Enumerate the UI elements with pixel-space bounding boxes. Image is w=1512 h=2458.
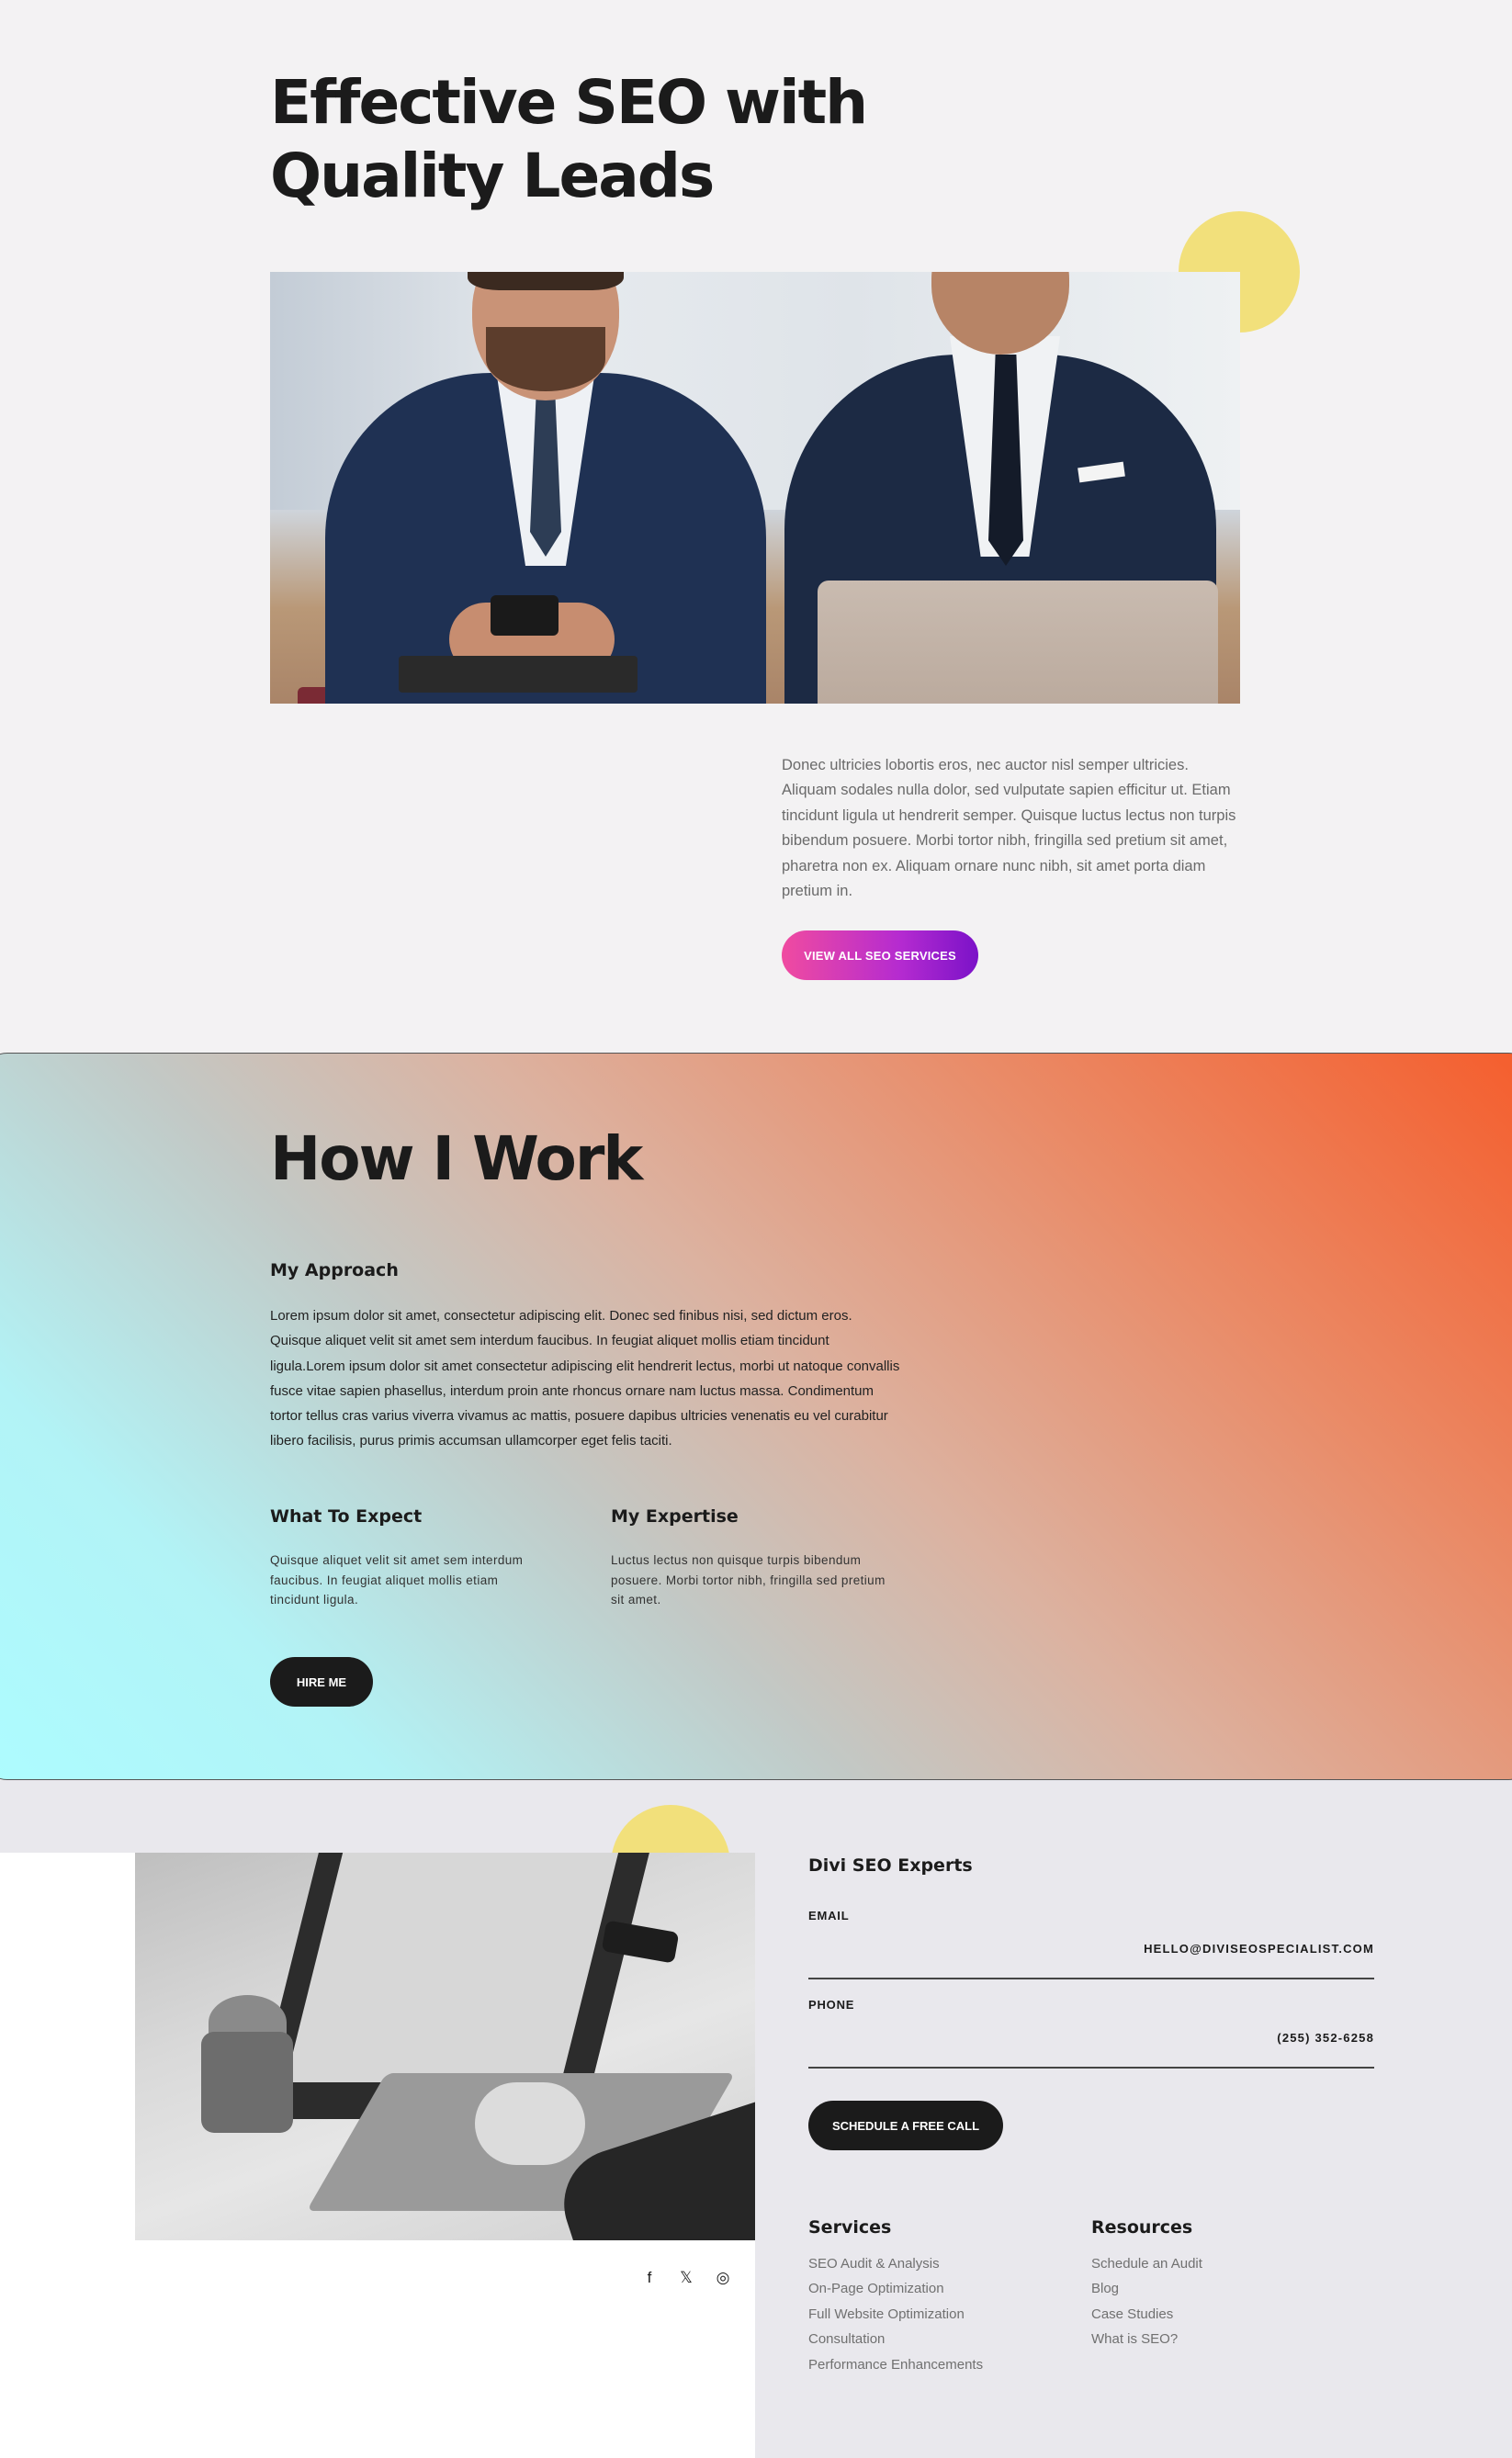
hero-title: Effective SEO with Quality Leads xyxy=(270,66,913,213)
photo-man-left-hair xyxy=(468,272,624,290)
photo-tablet xyxy=(399,656,638,693)
services-link-consultation[interactable]: Consultation xyxy=(808,2327,983,2351)
phone-link[interactable]: (255) 352-6258 xyxy=(1277,2031,1374,2045)
services-list: SEO Audit & Analysis On-Page Optimizatio… xyxy=(808,2251,983,2377)
how-i-work-title: How I Work xyxy=(270,1123,643,1194)
services-link-on-page[interactable]: On-Page Optimization xyxy=(808,2276,983,2301)
photo-laptop xyxy=(818,581,1218,704)
photo-phone xyxy=(491,595,559,636)
photo-laptop-screen xyxy=(285,1853,619,2082)
facebook-icon[interactable]: f xyxy=(641,2269,658,2287)
hero-title-line-1: Effective SEO with xyxy=(270,67,868,138)
my-expertise-heading: My Expertise xyxy=(611,1506,739,1527)
social-links: f 𝕏 ◎ xyxy=(641,2269,731,2287)
contact-title: Divi SEO Experts xyxy=(808,1855,973,1876)
resources-link-what-is-seo[interactable]: What is SEO? xyxy=(1091,2327,1202,2351)
schedule-free-call-button[interactable]: Schedule a Free Call xyxy=(808,2101,1003,2150)
resources-link-blog[interactable]: Blog xyxy=(1091,2276,1202,2301)
photo-plant-pot xyxy=(201,2032,293,2133)
instagram-icon[interactable]: ◎ xyxy=(715,2269,731,2287)
my-expertise-text: Luctus lectus non quisque turpis bibendu… xyxy=(611,1553,886,1607)
view-all-seo-services-button[interactable]: View All SEO Services xyxy=(782,930,978,980)
email-label: EMAIL xyxy=(808,1909,850,1922)
photo-hand xyxy=(475,2082,585,2165)
my-approach-text: Lorem ipsum dolor sit amet, consectetur … xyxy=(270,1308,900,1449)
phone-divider xyxy=(808,2067,1374,2069)
resources-link-schedule-audit[interactable]: Schedule an Audit xyxy=(1091,2251,1202,2276)
hero-business-photo xyxy=(270,272,1240,704)
services-link-performance[interactable]: Performance Enhancements xyxy=(808,2352,983,2377)
resources-link-case-studies[interactable]: Case Studies xyxy=(1091,2302,1202,2327)
email-divider xyxy=(808,1978,1374,1979)
resources-heading: Resources xyxy=(1091,2217,1193,2238)
phone-label: PHONE xyxy=(808,1998,855,2012)
hire-me-button[interactable]: Hire Me xyxy=(270,1657,373,1707)
laptop-work-photo xyxy=(135,1853,755,2240)
services-heading: Services xyxy=(808,2217,892,2238)
x-twitter-icon[interactable]: 𝕏 xyxy=(678,2269,694,2287)
hero-paragraph: Donec ultricies lobortis eros, nec aucto… xyxy=(782,757,1236,900)
hero-title-line-2: Quality Leads xyxy=(270,141,715,211)
email-link[interactable]: HELLO@DIVISEOSPECIALIST.COM xyxy=(1144,1942,1374,1956)
my-approach-heading: My Approach xyxy=(270,1260,399,1280)
services-link-full-website[interactable]: Full Website Optimization xyxy=(808,2302,983,2327)
what-to-expect-heading: What To Expect xyxy=(270,1506,423,1527)
resources-list: Schedule an Audit Blog Case Studies What… xyxy=(1091,2251,1202,2352)
what-to-expect-text: Quisque aliquet velit sit amet sem inter… xyxy=(270,1553,524,1607)
services-link-seo-audit[interactable]: SEO Audit & Analysis xyxy=(808,2251,983,2276)
photo-man-left-beard xyxy=(486,327,605,391)
